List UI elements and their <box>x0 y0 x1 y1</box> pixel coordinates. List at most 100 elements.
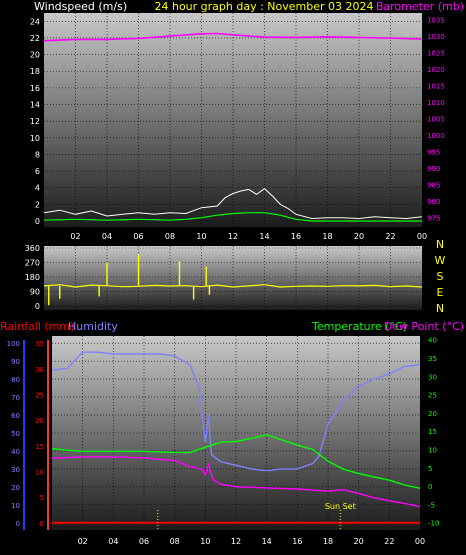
barometer-tick-label: 975 <box>427 215 440 223</box>
rainfall-axis-title: Rainfall (mm) <box>0 320 74 333</box>
barometer-tick-label: 1000 <box>427 132 445 140</box>
windspeed-tick-label: 12 <box>30 117 40 126</box>
humidity-tick-label: 20 <box>11 484 20 492</box>
barometer-tick-label: 1005 <box>427 116 445 124</box>
windspeed-tick-label: 24 <box>30 17 40 26</box>
barometer-tick-label: 985 <box>427 182 440 190</box>
x-tick-label: 16 <box>292 537 302 546</box>
x-tick-label: 18 <box>323 537 333 546</box>
humidity-tick-label: 0 <box>16 520 20 528</box>
temperature-tick-label: 35 <box>428 355 437 363</box>
weather-graph: Windspeed (m/s) 24 hour graph day : Nove… <box>0 0 464 546</box>
humidity-ticks: 0 10 20 30 40 50 60 70 80 90 100 <box>7 340 25 530</box>
rainfall-tick-label: 0 <box>40 520 44 528</box>
direction-ticks: 0 90 180 270 360 <box>25 244 40 311</box>
x-tick-label: 14 <box>262 537 272 546</box>
rainfall-tick-label: 10 <box>35 468 44 476</box>
direction-tick-label: 0 <box>35 302 40 311</box>
x-tick-label: 10 <box>196 232 206 241</box>
barometer-tick-label: 990 <box>427 165 440 173</box>
wind-plot-area <box>44 13 422 227</box>
x-tick-label: 08 <box>170 537 180 546</box>
x-tick-label: 16 <box>291 232 301 241</box>
windspeed-tick-label: 0 <box>35 217 40 226</box>
chart-title: 24 hour graph day : November 03 2024 <box>154 0 373 13</box>
rainfall-tick-label: 30 <box>35 366 44 374</box>
windspeed-tick-label: 4 <box>35 184 40 193</box>
direction-tick-label: 90 <box>30 288 40 297</box>
x-tick-label: 22 <box>384 537 394 546</box>
temperature-tick-label: 25 <box>428 392 437 400</box>
windspeed-tick-label: 8 <box>35 150 40 159</box>
x-tick-label: 12 <box>228 232 238 241</box>
compass-labels: NWSEN <box>435 238 446 315</box>
compass-label: N <box>436 302 444 315</box>
x-tick-label: 20 <box>354 537 364 546</box>
x-tick-label: 12 <box>231 537 241 546</box>
temperature-tick-label: 0 <box>428 483 432 491</box>
barometer-tick-label: 1020 <box>427 66 445 74</box>
compass-label: S <box>437 270 444 283</box>
humidity-tick-label: 40 <box>11 448 20 456</box>
windspeed-tick-label: 18 <box>30 67 40 76</box>
barometer-tick-label: 995 <box>427 149 440 157</box>
windspeed-ticks: 024681012141618202224 <box>30 17 40 226</box>
humidity-tick-label: 70 <box>11 394 20 402</box>
direction-tick-label: 360 <box>25 244 40 253</box>
rainfall-tick-label: 25 <box>35 392 44 400</box>
x-tick-label: 22 <box>385 232 395 241</box>
humidity-tick-label: 80 <box>11 376 20 384</box>
humidity-tick-label: 90 <box>11 358 20 366</box>
rainfall-tick-label: 35 <box>35 340 44 348</box>
x-tick-label: 04 <box>102 232 112 241</box>
direction-tick-label: 270 <box>25 259 40 268</box>
x-tick-label: 00 <box>417 232 427 241</box>
humidity-tick-label: 30 <box>11 466 20 474</box>
temperature-tick-label: 15 <box>428 428 437 436</box>
temperature-tick-label: 40 <box>428 337 437 345</box>
windspeed-tick-label: 20 <box>30 51 40 60</box>
x-tick-label: 10 <box>200 537 210 546</box>
windspeed-tick-label: 10 <box>30 134 40 143</box>
x-tick-label: 18 <box>322 232 332 241</box>
x-tick-label: 04 <box>108 537 118 546</box>
barometer-tick-label: 1010 <box>427 99 445 107</box>
temperature-tick-label: 30 <box>428 373 437 381</box>
sunset-label: Sun Set <box>325 502 356 511</box>
humidity-tick-label: 50 <box>11 430 20 438</box>
temperature-tick-label: 20 <box>428 410 437 418</box>
windspeed-tick-label: 6 <box>35 167 40 176</box>
x-tick-label: 08 <box>165 232 175 241</box>
barometer-tick-label: 1030 <box>427 33 445 41</box>
barometer-tick-label: 980 <box>427 198 440 206</box>
x-tick-label: 02 <box>70 232 80 241</box>
dewpoint-axis-title: Dew Point (°C) <box>384 320 464 333</box>
direction-tick-label: 180 <box>25 273 40 282</box>
rainfall-ticks: 0 5 10 15 20 25 30 35 <box>35 340 49 530</box>
x-tick-label: 06 <box>133 232 143 241</box>
windspeed-tick-label: 14 <box>30 101 40 110</box>
x-tick-label: 14 <box>259 232 269 241</box>
humidity-tick-label: 60 <box>11 412 20 420</box>
windspeed-axis-title: Windspeed (m/s) <box>34 0 127 13</box>
temperature-tick-label: -5 <box>428 501 435 509</box>
x-tick-label: 20 <box>354 232 364 241</box>
barometer-tick-label: 1025 <box>427 50 445 58</box>
x-tick-label: 06 <box>139 537 149 546</box>
windspeed-tick-label: 22 <box>30 34 40 43</box>
rainfall-tick-label: 15 <box>35 443 44 451</box>
compass-label: N <box>436 238 444 251</box>
temperature-ticks: -10 -5 0 5 10 15 20 25 30 35 40 <box>428 337 439 528</box>
temperature-tick-label: 5 <box>428 465 432 473</box>
temperature-tick-label: -10 <box>428 520 439 528</box>
windspeed-tick-label: 2 <box>35 200 40 209</box>
rainfall-tick-label: 5 <box>40 494 44 502</box>
humidity-tick-label: 10 <box>11 502 20 510</box>
windspeed-tick-label: 16 <box>30 84 40 93</box>
x-tick-label: 02 <box>78 537 88 546</box>
x-tick-label: 00 <box>415 537 425 546</box>
humidity-tick-label: 100 <box>7 340 20 348</box>
barometer-tick-label: 1035 <box>427 17 445 25</box>
humidity-axis-title: Humidity <box>68 320 118 333</box>
barometer-axis-title: Barometer (mb) <box>376 0 464 13</box>
